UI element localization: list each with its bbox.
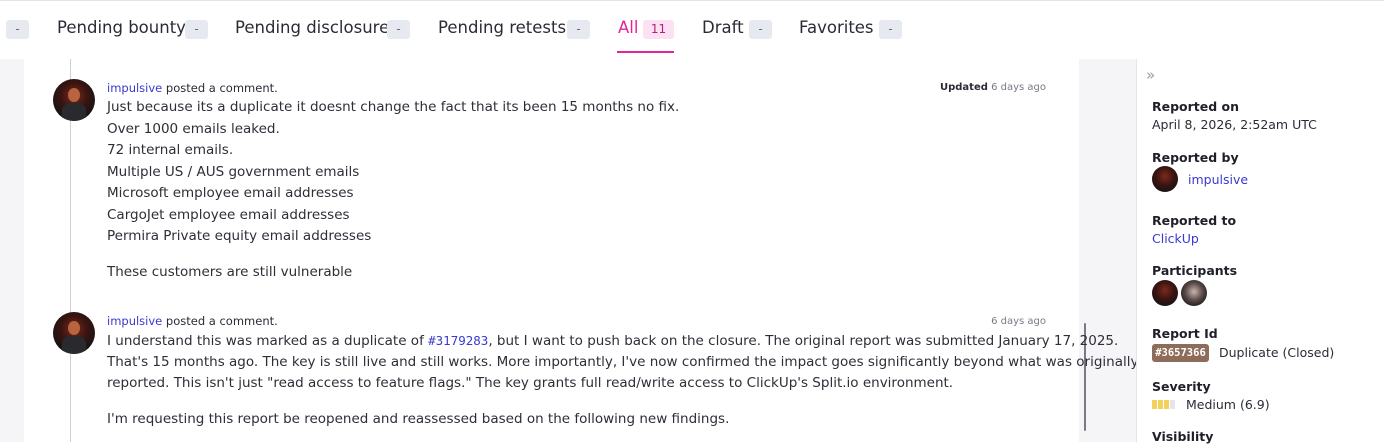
timestamp-prefix: Updated — [940, 82, 988, 93]
comment-header: impulsive posted a comment. — [107, 314, 278, 328]
comment-timestamp: 6 days ago — [991, 316, 1046, 327]
comment-line: Permira Private equity email addresses — [107, 228, 372, 244]
tab-draft-count: - — [749, 20, 772, 39]
avatar-face — [68, 88, 80, 102]
comment-line: I understand this was marked as a duplic… — [107, 333, 1118, 349]
severity-segment — [1158, 400, 1163, 409]
avatar-body — [62, 336, 86, 354]
comment-header: impulsive posted a comment. — [107, 81, 278, 95]
tab-pending-retests-count: - — [567, 20, 590, 39]
participant-avatar[interactable] — [1152, 280, 1178, 306]
severity-segment — [1170, 400, 1175, 409]
comment-line: reported. This isn't just "read access t… — [107, 375, 954, 391]
participants-label: Participants — [1152, 263, 1238, 278]
avatar-face — [68, 321, 80, 335]
comment-action: posted a comment. — [165, 314, 278, 328]
comment-line: CargoJet employee email addresses — [107, 207, 350, 223]
reported-by-label: Reported by — [1152, 150, 1239, 165]
comment-text: I understand this was marked as a duplic… — [107, 333, 429, 349]
comment-line: That's 15 months ago. The key is still l… — [107, 354, 1139, 370]
tab-pending-bounty[interactable]: Pending bounty — [57, 18, 186, 42]
reported-to-label: Reported to — [1152, 213, 1237, 228]
program-link[interactable]: ClickUp — [1152, 231, 1199, 246]
tab-pending-disclosure[interactable]: Pending disclosure — [235, 18, 389, 42]
collapse-sidebar-icon[interactable]: » — [1146, 66, 1155, 84]
comment-line: Over 1000 emails leaked. — [107, 121, 280, 137]
report-id-label: Report Id — [1152, 326, 1218, 341]
active-tab-indicator — [617, 51, 674, 53]
tab-pending-bounty-count: - — [185, 20, 208, 39]
comment-line: These customers are still vulnerable — [107, 264, 353, 280]
comment-text: , but I want to push back on the closure… — [488, 333, 1119, 349]
comment-line: 72 internal emails. — [107, 142, 234, 158]
severity-value: Medium (6.9) — [1186, 397, 1270, 412]
reported-on-value: April 8, 2026, 2:52am UTC — [1152, 117, 1317, 132]
comment-author-link[interactable]: impulsive — [107, 81, 162, 95]
comment-line: Multiple US / AUS government emails — [107, 164, 360, 180]
comment-line: Just because its a duplicate it doesnt c… — [107, 99, 680, 115]
tab-all[interactable]: All — [618, 18, 638, 42]
report-status: Duplicate (Closed) — [1219, 345, 1335, 360]
tab-draft[interactable]: Draft — [702, 18, 744, 42]
tab-all-count: 11 — [643, 20, 674, 39]
timestamp-value: 6 days ago — [991, 82, 1047, 93]
tab-favorites-count: - — [879, 20, 902, 39]
severity-segment — [1152, 400, 1157, 409]
avatar-body — [62, 103, 86, 121]
reported-on-label: Reported on — [1152, 99, 1240, 114]
tab-count-badge[interactable]: - — [6, 20, 29, 39]
tab-pending-disclosure-count: - — [387, 20, 410, 39]
report-reference-link[interactable]: #3179283 — [428, 333, 488, 348]
comment-timestamp: Updated 6 days ago — [940, 82, 1046, 93]
comment-action: posted a comment. — [165, 81, 278, 95]
tab-favorites[interactable]: Favorites — [799, 18, 874, 42]
tab-pending-retests[interactable]: Pending retests — [438, 18, 566, 42]
participant-avatar[interactable] — [1181, 280, 1207, 306]
severity-segment — [1164, 400, 1169, 409]
comment-line: Microsoft employee email addresses — [107, 185, 354, 201]
avatar[interactable] — [53, 312, 95, 354]
reporter-avatar[interactable] — [1152, 166, 1178, 192]
report-id-chip: #3657366 — [1152, 344, 1209, 362]
severity-label: Severity — [1152, 379, 1211, 394]
avatar[interactable] — [53, 79, 95, 121]
comment-author-link[interactable]: impulsive — [107, 314, 162, 328]
comment-line: I'm requesting this report be reopened a… — [107, 411, 730, 427]
reporter-link[interactable]: impulsive — [1188, 172, 1248, 187]
report-filter-tabs: - Pending bounty - Pending disclosure - … — [0, 0, 1384, 60]
